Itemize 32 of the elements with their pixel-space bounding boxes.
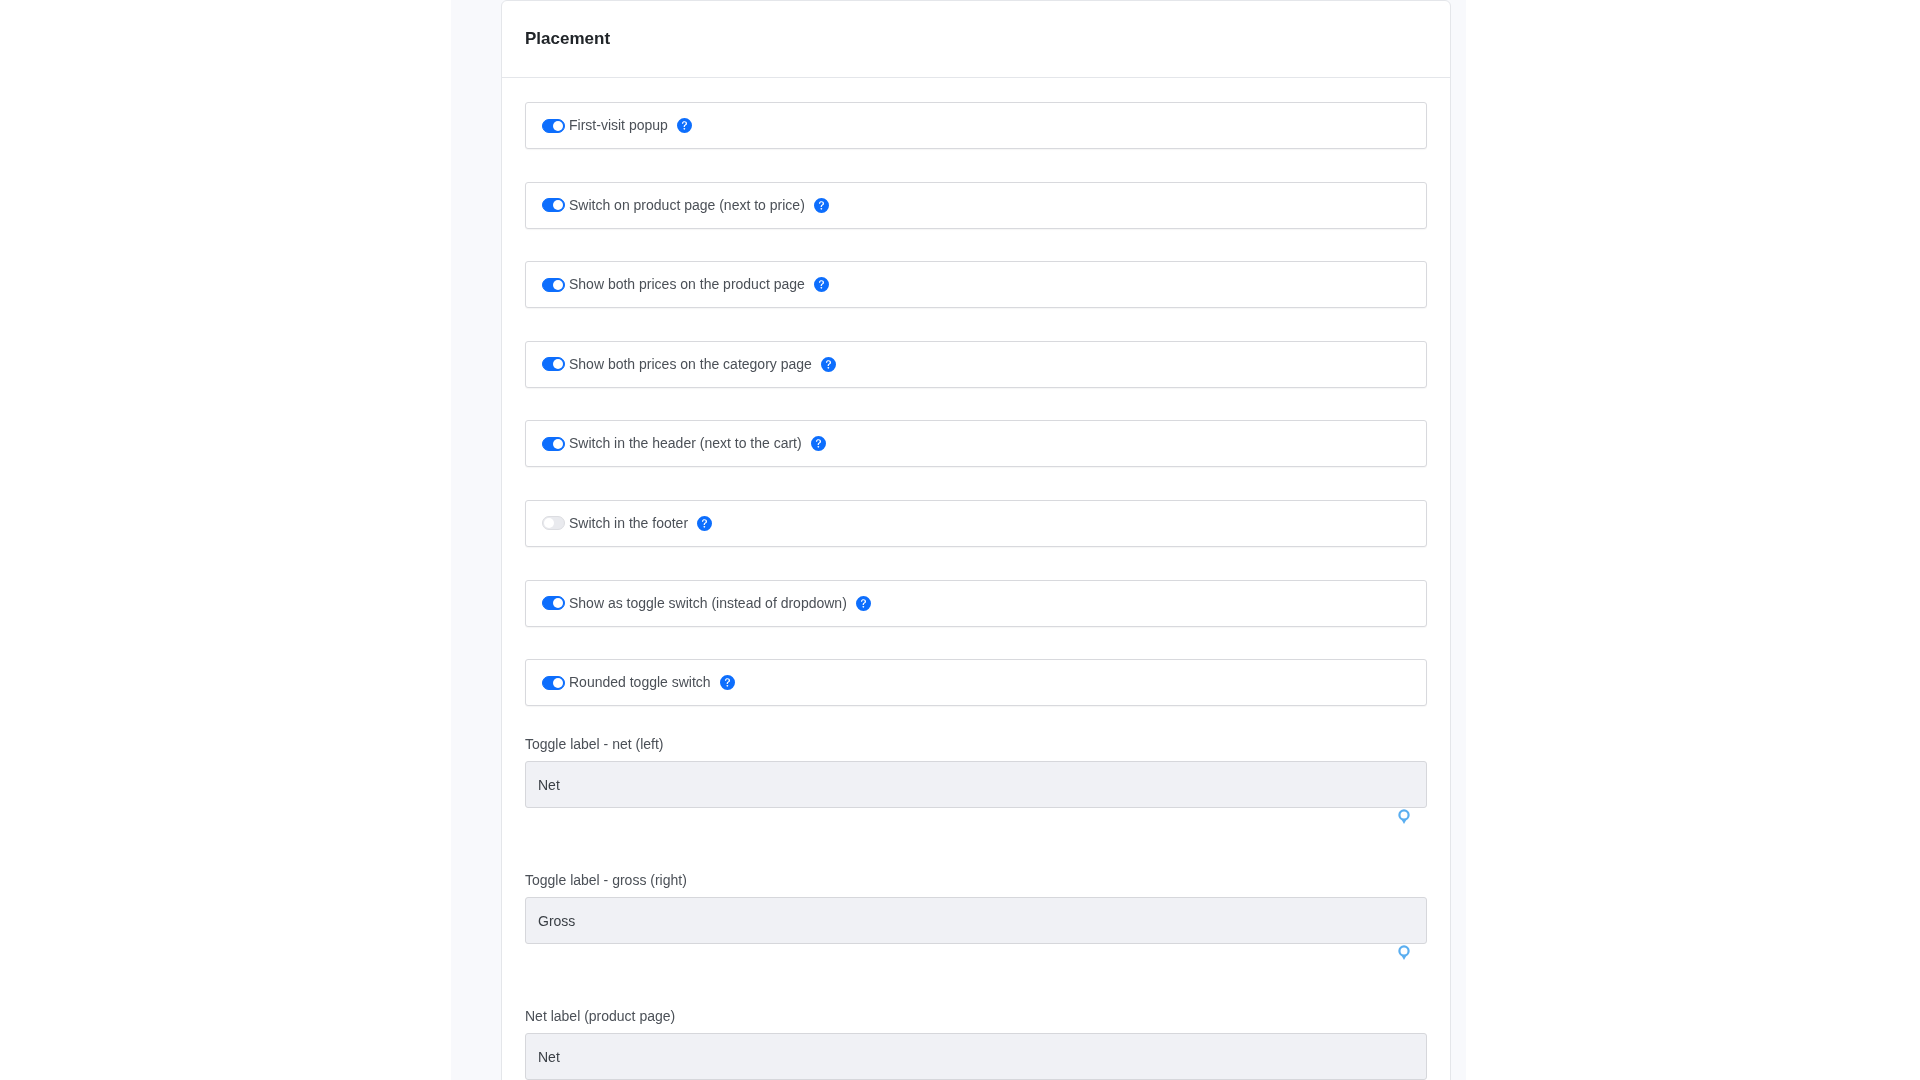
help-icon[interactable] [855, 595, 871, 611]
toggle-label: Show as toggle switch (instead of dropdown) [569, 593, 847, 613]
toggle-switch[interactable] [542, 277, 565, 292]
toggle-switch[interactable] [542, 596, 565, 611]
toggle-label: Show both prices on the category page [569, 354, 812, 374]
toggle-label: Switch in the header (next to the cart) [569, 434, 802, 454]
help-icon[interactable] [810, 436, 826, 452]
text-input[interactable]: Net [525, 761, 1427, 809]
section-title: Placement [525, 28, 611, 51]
toggle-label: Show both prices on the product page [569, 275, 805, 295]
field-label: Toggle label - gross (right) [525, 872, 688, 889]
help-icon[interactable] [813, 277, 829, 293]
field-label: Net label (product page) [525, 1008, 677, 1025]
toggle-switch[interactable] [542, 357, 565, 372]
field-label: Toggle label - net (left) [525, 736, 665, 753]
help-icon[interactable] [820, 356, 836, 372]
toggle-label: Switch on product page (next to price) [569, 195, 805, 215]
toggle-switch[interactable] [542, 675, 565, 690]
toggle-label: First-visit popup [569, 116, 668, 135]
help-icon[interactable] [813, 197, 829, 213]
help-icon[interactable] [719, 675, 735, 691]
marker-icon [1398, 945, 1410, 961]
toggle-switch[interactable] [542, 118, 565, 133]
help-icon[interactable] [676, 118, 692, 133]
text-input[interactable]: Gross [525, 897, 1427, 945]
marker-icon [1398, 809, 1410, 825]
toggle-label: Switch in the footer [569, 513, 689, 533]
toggle-switch[interactable] [542, 436, 565, 451]
help-icon[interactable] [697, 515, 713, 531]
text-input[interactable]: Net [525, 1033, 1427, 1080]
toggle-label: Rounded toggle switch [569, 673, 711, 693]
toggle-switch[interactable] [542, 198, 565, 213]
